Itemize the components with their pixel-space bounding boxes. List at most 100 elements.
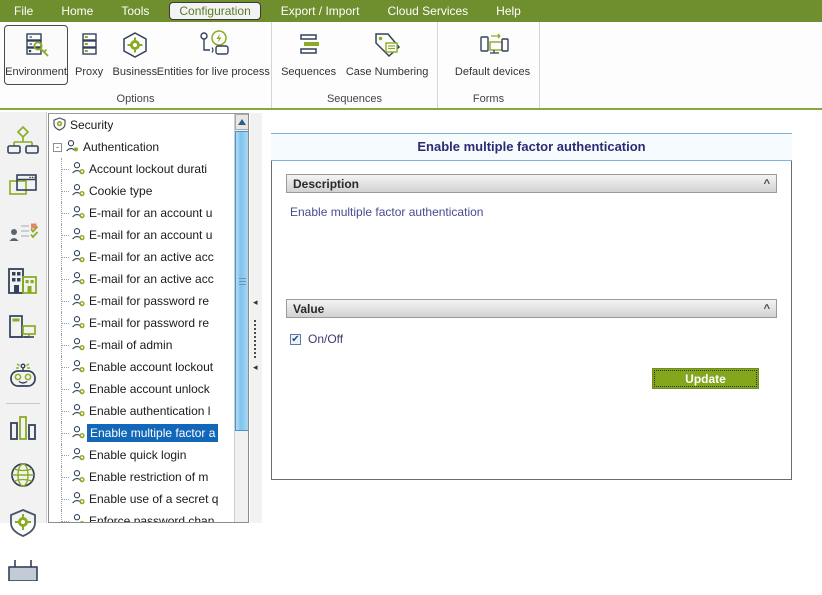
ribbon-button-label: Environment: [5, 66, 67, 78]
tree-item[interactable]: Enable account unlock: [49, 378, 235, 400]
shield-gear-icon: [7, 508, 39, 541]
sidebar-item-reports[interactable]: [0, 407, 46, 454]
sidebar-item-globe[interactable]: [0, 454, 46, 501]
ribbon-button-entities-live-process[interactable]: Entities for live process: [156, 25, 270, 78]
sidebar-item-robot[interactable]: [0, 353, 46, 400]
tree-item[interactable]: E-mail for an account u: [49, 202, 235, 224]
sidebar-item-devices[interactable]: [0, 306, 46, 353]
check-icon: ✔: [291, 333, 300, 345]
menu-bar: File Home Tools Configuration Export / I…: [0, 0, 822, 22]
user-setting-icon: [71, 491, 85, 508]
tree-scrollbar[interactable]: [234, 114, 248, 522]
tree-item[interactable]: Account lockout durati: [49, 158, 235, 180]
ribbon-button-environment[interactable]: Environment: [4, 25, 69, 85]
panel-splitter[interactable]: ◂ ◂: [250, 113, 262, 523]
server-key-icon: [19, 28, 53, 66]
shield-icon: [53, 116, 66, 134]
tree-item[interactable]: Enable account lockout: [49, 356, 235, 378]
tree-item-label: Enable quick login: [89, 448, 187, 462]
onoff-checkbox[interactable]: ✔: [290, 333, 301, 345]
user-tasks-icon: [7, 219, 39, 252]
menu-item-home[interactable]: Home: [47, 0, 107, 22]
menu-item-help[interactable]: Help: [482, 0, 535, 22]
user-setting-icon: [71, 403, 85, 420]
menu-item-file[interactable]: File: [0, 0, 47, 22]
tree-item[interactable]: Enforce password chan: [49, 510, 235, 522]
sidebar-item-workflow[interactable]: [0, 118, 46, 165]
splitter-grip-icon: [254, 318, 257, 360]
tree-item[interactable]: E-mail of admin: [49, 334, 235, 356]
tree-item[interactable]: Enable authentication l: [49, 400, 235, 422]
tree-item[interactable]: E-mail for an active acc: [49, 268, 235, 290]
settings-tree[interactable]: Security - Authentication Account lockou…: [49, 114, 235, 522]
menu-item-tools[interactable]: Tools: [107, 0, 163, 22]
user-setting-icon: [71, 227, 85, 244]
tree-expander[interactable]: -: [53, 142, 62, 152]
tree-node-security[interactable]: Security: [49, 114, 235, 136]
sidebar-item-security[interactable]: [0, 501, 46, 548]
ribbon-button-proxy[interactable]: Proxy: [68, 25, 110, 78]
settings-tree-panel[interactable]: Security - Authentication Account lockou…: [48, 113, 249, 523]
server-list-icon: [74, 28, 104, 66]
tree-item-label: Enable multiple factor a: [87, 424, 219, 442]
user-setting-icon: [71, 513, 85, 522]
ribbon-group-options: Environment Proxy Business Entities for …: [0, 22, 272, 108]
tree-item-label: Enable use of a secret q: [89, 492, 219, 506]
sidebar-item-board[interactable]: [0, 548, 46, 595]
ribbon-button-default-devices[interactable]: Default devices: [449, 25, 536, 78]
onoff-checkbox-row[interactable]: ✔ On/Off: [290, 332, 773, 346]
value-section: Value ^ ✔ On/Off Update: [286, 299, 777, 389]
devices-icon: [475, 28, 511, 66]
ribbon-button-label: Business: [112, 66, 158, 78]
ribbon-group-label: Options: [116, 93, 155, 105]
collapse-left-icon[interactable]: ◂: [253, 298, 258, 307]
tree-item-label: Enable authentication l: [89, 404, 211, 418]
action-row: Update: [290, 368, 773, 389]
sidebar-item-window[interactable]: [0, 165, 46, 212]
menu-item-cloud-services[interactable]: Cloud Services: [373, 0, 482, 22]
board-icon: [7, 559, 39, 584]
tree-item[interactable]: Cookie type: [49, 180, 235, 202]
tree-item[interactable]: E-mail for an account u: [49, 224, 235, 246]
user-setting-icon: [71, 447, 85, 464]
workflow-icon: [7, 125, 39, 158]
tree-item-label: E-mail for an active acc: [89, 250, 214, 264]
ribbon-button-label: Case Numbering: [345, 66, 429, 78]
tree-item[interactable]: Enable use of a secret q: [49, 488, 235, 510]
tree-item[interactable]: E-mail for an active acc: [49, 246, 235, 268]
tag-list-icon: [369, 28, 405, 66]
user-setting-icon: [71, 337, 85, 354]
menu-item-configuration[interactable]: Configuration: [169, 2, 261, 20]
update-button[interactable]: Update: [652, 368, 759, 389]
sidebar-item-building[interactable]: [0, 259, 46, 306]
sidebar-item-user-tasks[interactable]: [0, 212, 46, 259]
description-section-body: Enable multiple factor authentication: [286, 193, 777, 219]
tree-item-selected[interactable]: Enable multiple factor a: [49, 422, 235, 444]
chevron-up-icon[interactable]: ^: [764, 178, 770, 190]
scroll-up-button[interactable]: [235, 114, 248, 130]
window-icon: [7, 172, 39, 205]
tree-item[interactable]: Enable quick login: [49, 444, 235, 466]
tree-item-label: Cookie type: [89, 184, 153, 198]
globe-icon: [7, 461, 39, 494]
description-section: Description ^ Enable multiple factor aut…: [286, 174, 777, 219]
user-setting-icon: [71, 271, 85, 288]
tree-item[interactable]: Enable restriction of m: [49, 466, 235, 488]
bar-chart-icon: [7, 414, 39, 447]
gear-hexagon-icon: [119, 28, 151, 66]
value-section-header[interactable]: Value ^: [286, 299, 777, 318]
ribbon-button-business[interactable]: Business: [110, 25, 160, 78]
tree-item[interactable]: E-mail for password re: [49, 290, 235, 312]
ribbon-button-case-numbering[interactable]: Case Numbering: [341, 25, 433, 78]
ribbon-button-sequences[interactable]: Sequences: [276, 25, 341, 78]
description-section-header[interactable]: Description ^: [286, 174, 777, 193]
tree-item[interactable]: E-mail for password re: [49, 312, 235, 334]
menu-item-export-import[interactable]: Export / Import: [267, 0, 374, 22]
scrollbar-thumb[interactable]: [235, 131, 248, 431]
ribbon-button-label: Entities for live process: [156, 66, 270, 78]
collapse-right-icon[interactable]: ◂: [253, 363, 258, 372]
ribbon-group-sequences: Sequences Case Numbering Sequences: [272, 22, 438, 108]
tree-node-authentication[interactable]: - Authentication: [49, 136, 235, 158]
chevron-up-icon[interactable]: ^: [764, 303, 770, 315]
user-key-icon: [65, 139, 79, 156]
